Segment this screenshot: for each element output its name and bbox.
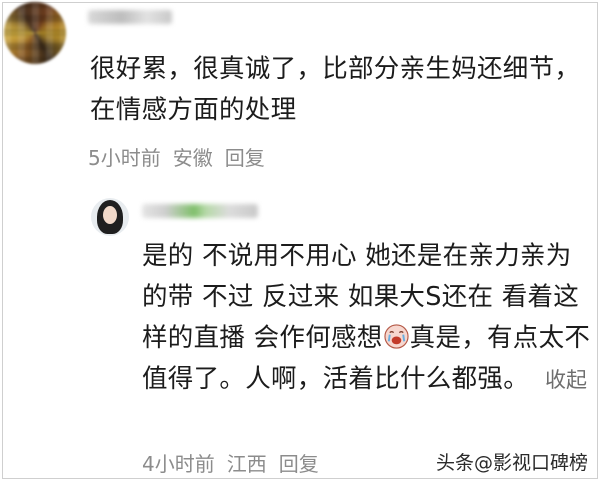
reply-reply-button[interactable]: 回复 [279,448,319,477]
comment-text: 很好累，很真诚了，比部分亲生妈还细节，在情感方面的处理 [90,54,581,125]
reply-comment-location: 江西 [226,452,267,476]
comment-meta: 5小时前 安徽 回复 [88,142,265,171]
reply-comment-text: 是的 不说用不用心 她还是在亲力亲为的带 不过 反过来 如果大S还在 看着这样的… [142,236,592,401]
avatar-face [103,206,117,224]
user-avatar[interactable] [4,2,66,64]
comment-time: 5小时前 [88,146,161,170]
reply-comment-meta: 4小时前 江西 回复 [142,448,319,477]
blurred-username[interactable] [88,10,172,24]
reply-user-avatar[interactable] [91,198,129,236]
watermark: 头条@影视口碑榜 [435,452,588,474]
comment-location: 安徽 [172,146,213,170]
reply-button[interactable]: 回复 [225,142,265,171]
reply-blurred-username[interactable] [142,204,258,218]
collapse-button[interactable]: 收起 [545,368,587,392]
crying-face-icon [383,324,409,349]
reply-comment-time: 4小时前 [142,452,215,476]
